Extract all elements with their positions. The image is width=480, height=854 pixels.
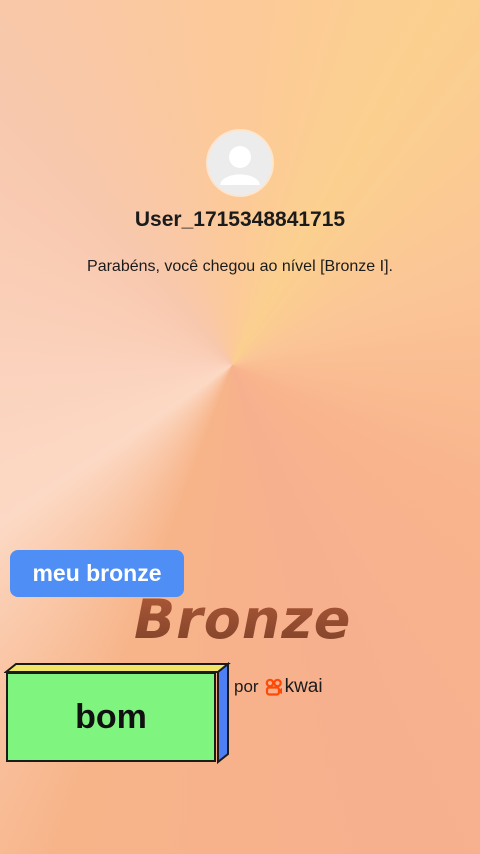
user-avatar[interactable] [208,131,272,195]
por-label: por [234,677,259,696]
level-message: Parabéns, você chegou ao nível [Bronze I… [87,258,393,275]
kwai-brand: kwai [265,676,323,698]
kwai-brand-name: kwai [284,676,323,697]
powered-by-row: por kwai [234,676,323,698]
default-user-avatar-icon [208,131,272,195]
bom-label: bom [6,672,216,762]
bronze-level-title: Bronze [134,588,352,651]
level-up-screen: User_1715348841715 Parabéns, você chegou… [0,0,480,854]
kwai-logo-icon [265,678,282,696]
username: User_1715348841715 [134,208,346,231]
bom-sticker[interactable]: bom [4,662,232,766]
